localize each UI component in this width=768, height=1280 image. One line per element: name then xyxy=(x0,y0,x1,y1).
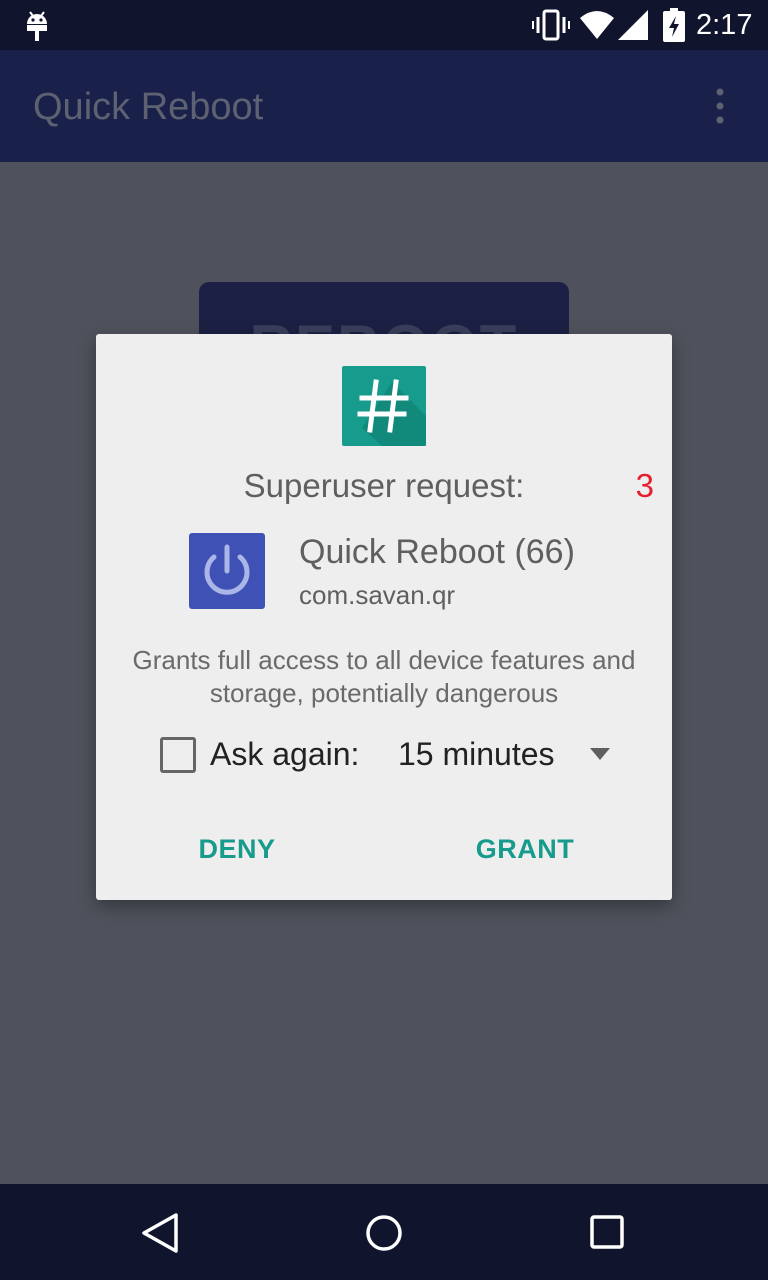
home-icon[interactable] xyxy=(364,1213,404,1253)
ask-again-checkbox[interactable] xyxy=(160,737,196,773)
superuser-dialog: Superuser request: 3 Quick Reboot (66) c… xyxy=(96,334,672,900)
vibrate-icon xyxy=(532,9,570,41)
app-bar: Quick Reboot xyxy=(0,50,768,162)
duration-value: 15 minutes xyxy=(398,736,555,772)
android-debug-icon xyxy=(27,11,47,41)
dropdown-arrow-icon xyxy=(590,748,610,760)
deny-button[interactable]: DENY xyxy=(172,824,302,874)
countdown-timer: 3 xyxy=(635,467,654,504)
status-clock: 2:17 xyxy=(696,9,753,41)
wifi-icon xyxy=(580,11,614,39)
grant-button[interactable]: GRANT xyxy=(460,824,590,874)
ask-again-label: Ask again: xyxy=(210,736,360,772)
superuser-hash-icon xyxy=(342,366,426,446)
screen: 2:17 Quick Reboot REBOOT Superuser reque… xyxy=(0,0,768,1280)
back-icon[interactable] xyxy=(140,1212,180,1254)
requesting-app-name: Quick Reboot (66) xyxy=(299,533,575,571)
requesting-app-package: com.savan.qr xyxy=(299,580,456,610)
recents-icon[interactable] xyxy=(589,1214,625,1250)
overflow-menu-icon[interactable] xyxy=(704,86,736,126)
request-title: Superuser request: xyxy=(243,467,525,504)
power-icon xyxy=(189,533,265,609)
navigation-bar xyxy=(0,1184,768,1280)
grant-description: Grants full access to all device feature… xyxy=(132,645,636,708)
status-bar: 2:17 xyxy=(0,0,768,50)
cell-signal-icon xyxy=(618,10,648,40)
app-title: Quick Reboot xyxy=(33,86,264,128)
battery-charging-icon xyxy=(663,8,685,42)
duration-dropdown[interactable]: 15 minutes xyxy=(386,728,622,780)
